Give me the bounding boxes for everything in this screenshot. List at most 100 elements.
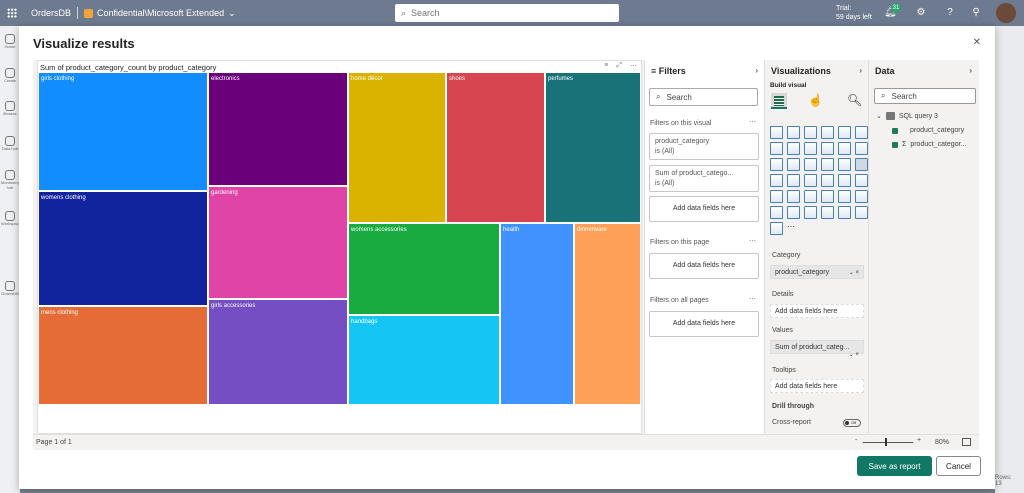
visual-type-icon[interactable] (855, 158, 868, 171)
values-field[interactable]: Sum of product_categ... ⌄ × (770, 340, 864, 358)
filter-card-product-category[interactable]: product_category is (All) (649, 133, 759, 160)
treemap-tile[interactable]: girls accessories (208, 299, 348, 405)
visual-type-icon[interactable] (770, 174, 783, 187)
treemap-tile[interactable]: electronics (208, 72, 348, 186)
visual-type-icon[interactable] (770, 158, 783, 171)
checkbox-checked[interactable] (892, 141, 898, 148)
filters-search-input[interactable]: ⌕ Search (649, 88, 758, 106)
zoom-slider[interactable] (863, 442, 913, 443)
focus-mode-icon[interactable]: ⤢ (616, 62, 622, 70)
visual-type-icon[interactable] (821, 174, 834, 187)
visual-type-icon[interactable] (787, 206, 800, 219)
visual-type-icon[interactable] (804, 190, 817, 203)
nav-home[interactable]: Home (1, 34, 19, 49)
visual-type-icon[interactable] (787, 158, 800, 171)
treemap-tile[interactable]: health (500, 223, 574, 405)
visual-type-icon[interactable] (804, 158, 817, 171)
cancel-button[interactable]: Cancel (936, 456, 981, 476)
visual-type-icon[interactable] (787, 190, 800, 203)
visual-type-icon[interactable] (821, 142, 834, 155)
app-name[interactable]: OrdersDB (31, 8, 71, 18)
visual-type-icon[interactable] (770, 142, 783, 155)
visual-type-icon[interactable] (838, 158, 851, 171)
nav-data-hub[interactable]: Data hub (1, 136, 19, 151)
query-node[interactable]: ⌄ SQL query 3 (876, 112, 938, 120)
zoom-out-button[interactable]: - (855, 437, 857, 444)
category-field[interactable]: product_category ⌄ × (770, 265, 864, 279)
visual-type-icon[interactable] (770, 126, 783, 139)
visual-type-icon[interactable] (855, 206, 868, 219)
filter-icon[interactable]: ≡ (604, 62, 608, 70)
treemap-tile[interactable]: handbags (348, 315, 500, 405)
add-page-filter-well[interactable]: Add data fields here (649, 253, 759, 279)
visual-type-icon[interactable] (804, 142, 817, 155)
collapse-data-icon[interactable]: › (969, 66, 972, 75)
more-options-icon[interactable]: ⋯ (630, 62, 637, 70)
more-icon[interactable]: ⋯ (749, 295, 756, 303)
visual-type-icon[interactable] (821, 190, 834, 203)
data-search-input[interactable]: ⌕ Search (874, 88, 976, 104)
remove-field-icon[interactable]: ⌄ × (849, 269, 859, 276)
nav-create[interactable]: Create (1, 68, 19, 83)
visual-type-icon[interactable] (838, 206, 851, 219)
nav-browse[interactable]: Browse (1, 101, 19, 116)
visual-type-icon[interactable] (855, 174, 868, 187)
global-search-input[interactable]: ⌕ Search (395, 4, 619, 22)
fit-to-page-icon[interactable] (962, 438, 971, 446)
zoom-slider-thumb[interactable] (885, 438, 887, 446)
visual-type-icon[interactable] (838, 190, 851, 203)
format-visual-icon[interactable]: ☝ (808, 93, 823, 107)
cross-report-toggle[interactable]: Off (843, 419, 861, 427)
more-icon[interactable]: ⋯ (749, 118, 756, 126)
share-icon[interactable]: ⚲ (970, 7, 982, 19)
visual-type-icon[interactable] (821, 206, 834, 219)
treemap-tile[interactable]: mens clothing (38, 306, 208, 405)
treemap-tile[interactable]: home décor (348, 72, 446, 223)
treemap-tile[interactable]: girls clothing (38, 72, 208, 191)
build-visual-tab[interactable] (771, 93, 787, 109)
nav-ordersdb[interactable]: OrdersDB (1, 281, 19, 296)
field-product-category[interactable]: product_category (892, 127, 964, 134)
tooltips-well[interactable]: Add data fields here (770, 379, 864, 393)
add-visual-filter-well[interactable]: Add data fields here (649, 196, 759, 222)
treemap-tile[interactable]: perfumes (545, 72, 641, 223)
app-launcher-icon[interactable] (7, 8, 17, 18)
nav-monitoring[interactable]: Monitoring hub (1, 170, 20, 190)
visual-type-icon[interactable] (787, 142, 800, 155)
visual-type-icon[interactable] (804, 206, 817, 219)
treemap-tile[interactable]: womens clothing (38, 191, 208, 306)
treemap-tile[interactable]: womens accessories (348, 223, 500, 315)
help-icon[interactable]: ? (944, 7, 956, 19)
sensitivity-label[interactable]: Confidential\Microsoft Extended ⌄ (84, 8, 236, 19)
visual-type-icon[interactable] (770, 190, 783, 203)
nav-workspaces[interactable]: Workspaces (1, 211, 23, 226)
visual-type-icon[interactable] (770, 222, 783, 235)
remove-field-icon[interactable]: ⌄ × (849, 351, 859, 358)
visual-type-icon[interactable] (770, 206, 783, 219)
visual-type-icon[interactable] (855, 126, 868, 139)
close-button[interactable]: ✕ (973, 37, 981, 48)
avatar[interactable] (996, 3, 1016, 23)
zoom-in-button[interactable]: + (917, 437, 921, 444)
more-icon[interactable]: ⋯ (749, 237, 756, 245)
more-visuals-icon[interactable]: ⋯ (787, 222, 800, 235)
visual-type-icon[interactable] (821, 126, 834, 139)
gear-icon[interactable]: ⚙ (915, 7, 927, 19)
visual-type-icon[interactable] (855, 190, 868, 203)
visual-type-icon[interactable] (838, 174, 851, 187)
treemap-tile[interactable]: gardening (208, 186, 348, 299)
treemap-visual[interactable]: Sum of product_category_count by product… (37, 60, 642, 434)
details-well[interactable]: Add data fields here (770, 304, 864, 318)
visual-type-icon[interactable] (804, 174, 817, 187)
save-as-report-button[interactable]: Save as report (857, 456, 932, 476)
field-product-category-count[interactable]: Σproduct_categor... (892, 141, 966, 148)
visual-type-icon[interactable] (838, 142, 851, 155)
treemap-tile[interactable]: dinnerware (574, 223, 641, 405)
visual-type-icon[interactable] (787, 126, 800, 139)
collapse-viz-icon[interactable]: › (859, 66, 862, 75)
visual-type-icon[interactable] (855, 142, 868, 155)
collapse-filters-icon[interactable]: › (755, 66, 758, 75)
filter-card-sum[interactable]: Sum of product_catego... is (All) (649, 165, 759, 192)
checkbox-checked[interactable] (892, 127, 898, 134)
visual-type-icon[interactable] (821, 158, 834, 171)
